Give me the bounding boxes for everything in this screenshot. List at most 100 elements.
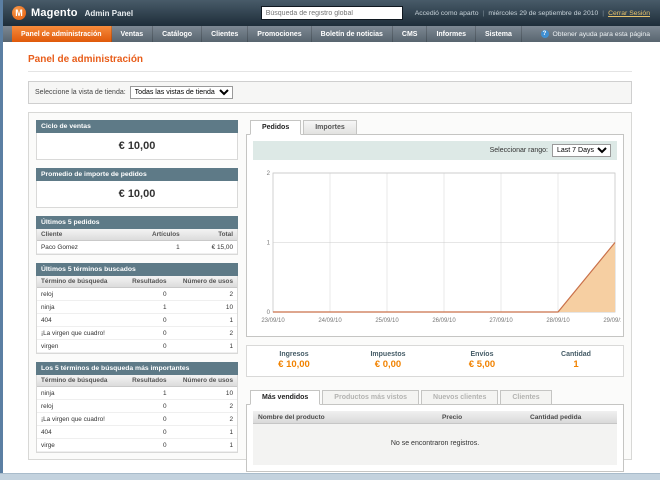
- nav-item-dashboard[interactable]: Panel de administración: [12, 26, 112, 42]
- help-icon: ?: [540, 30, 549, 38]
- orders-tab-panel: Seleccionar rango: Last 7 Days 23/09/10 2…: [246, 134, 627, 337]
- orders-area-chart: 23/09/10 24/09/10 25/09/10 26/09/10 27/09/10…: [261, 171, 627, 324]
- nav-item-reports[interactable]: Informes: [427, 26, 477, 42]
- separator: |: [602, 9, 605, 17]
- nav-item-catalog[interactable]: Catálogo: [153, 26, 203, 42]
- table-row[interactable]: reloj 0 2: [37, 399, 237, 413]
- svg-text:27/09/10: 27/09/10: [489, 318, 513, 324]
- column-header: Nombre del producto: [253, 411, 437, 424]
- column-header: Número de usos: [170, 276, 237, 288]
- svg-text:0: 0: [267, 310, 271, 316]
- stat-label: Cantidad: [561, 351, 591, 358]
- range-label: Seleccionar rango:: [489, 147, 548, 154]
- nav-item-promotions[interactable]: Promociones: [248, 26, 312, 42]
- column-header: Artículos: [118, 229, 184, 241]
- widget-title: Los 5 términos de búsqueda más important…: [36, 362, 238, 375]
- svg-text:26/09/10: 26/09/10: [432, 318, 456, 324]
- column-header: Precio: [437, 411, 525, 424]
- nav-item-system[interactable]: Sistema: [476, 26, 522, 42]
- column-header: Cantidad pedida: [525, 411, 617, 424]
- tab-most-viewed[interactable]: Productos más vistos: [322, 390, 420, 405]
- page-title: Panel de administración: [28, 50, 632, 72]
- dashboard: Ciclo de ventas € 10,00 Promedio de impo…: [28, 112, 632, 472]
- store-view-select[interactable]: Todas las vistas de tienda: [129, 86, 233, 99]
- header: M Magento Admin Panel Accedió como apart…: [0, 0, 660, 26]
- table-row[interactable]: reloj 0 2: [37, 287, 237, 301]
- stat-shipping: Envíos € 5,00: [435, 351, 529, 370]
- column-header: Número de usos: [170, 375, 237, 387]
- nav-item-customers[interactable]: Clientes: [202, 26, 249, 42]
- last-orders-table: Cliente Artículos Total Paco Gomez 1 € 15,00: [37, 229, 237, 254]
- svg-text:23/09/10: 23/09/10: [261, 318, 285, 324]
- help-link[interactable]: ? Obtener ayuda para esta página: [540, 26, 660, 42]
- widget-title: Últimos 5 términos buscados: [36, 263, 238, 276]
- logged-in-as: Accedió como aparto: [414, 9, 479, 17]
- nav-item-newsletter[interactable]: Boletín de noticias: [312, 26, 393, 42]
- table-row[interactable]: 404 0 1: [37, 313, 237, 327]
- bestsellers-panel: Nombre del producto Precio Cantidad pedida…: [246, 404, 624, 472]
- tab-customers[interactable]: Clientes: [500, 390, 552, 405]
- totals-bar: Ingresos € 10,00 Impuestos € 0,00 Envíos…: [246, 345, 624, 377]
- sales-cycle-value: € 10,00: [118, 140, 156, 152]
- last-orders-widget: Últimos 5 pedidos Cliente Artículos Total …: [36, 216, 238, 255]
- global-search-input[interactable]: [260, 6, 403, 20]
- main-nav: Panel de administración Ventas Catálogo …: [0, 26, 660, 42]
- range-select[interactable]: Last 7 Days: [552, 144, 611, 157]
- svg-text:28/09/10: 28/09/10: [546, 318, 570, 324]
- nav-item-sales[interactable]: Ventas: [112, 26, 154, 42]
- last-search-terms-widget: Últimos 5 términos buscados Término de b…: [36, 263, 238, 354]
- svg-text:24/09/10: 24/09/10: [318, 318, 342, 324]
- stat-value: € 10,00: [278, 359, 310, 370]
- stat-value: € 0,00: [374, 359, 402, 370]
- svg-text:25/09/10: 25/09/10: [375, 318, 399, 324]
- stat-label: Ingresos: [279, 351, 309, 358]
- tab-bestsellers[interactable]: Más vendidos: [250, 390, 321, 405]
- range-bar: Seleccionar rango: Last 7 Days: [253, 141, 617, 160]
- empty-row: No se encontraron registros.: [253, 423, 617, 465]
- top-search-terms-widget: Los 5 términos de búsqueda más important…: [36, 362, 238, 453]
- tab-new-customers[interactable]: Nuevos clientes: [421, 390, 499, 405]
- column-header: Término de búsqueda: [37, 375, 123, 387]
- average-order-widget: Promedio de importe de pedidos € 10,00: [36, 168, 238, 208]
- store-view-label: Seleccione la vista de tienda:: [35, 89, 126, 96]
- stat-label: Envíos: [470, 351, 494, 358]
- chart-tabs: Pedidos Importes: [246, 120, 624, 135]
- chart-wrapper: 23/09/10 24/09/10 25/09/10 26/09/10 27/09/10…: [253, 160, 627, 330]
- widget-title: Últimos 5 pedidos: [36, 216, 238, 229]
- store-view-bar: Seleccione la vista de tienda: Todas las…: [28, 81, 632, 104]
- table-row[interactable]: ¡La virgen que cuadro! 0 2: [37, 412, 237, 426]
- svg-text:29/09/10: 29/09/10: [603, 318, 621, 324]
- column-header: Total: [183, 229, 237, 241]
- stat-value: € 5,00: [468, 359, 496, 370]
- logo-suffix: Admin Panel: [84, 8, 134, 18]
- table-row[interactable]: ninja 1 10: [37, 386, 237, 400]
- separator: |: [482, 9, 485, 17]
- last-search-terms-table: Término de búsqueda Resultados Número de u…: [37, 276, 237, 353]
- table-row[interactable]: 404 0 1: [37, 425, 237, 439]
- tab-amounts[interactable]: Importes: [303, 120, 357, 135]
- table-row[interactable]: virge 0 1: [37, 438, 237, 452]
- magento-logo-icon: M: [12, 6, 26, 20]
- magento-logo: M Magento Admin Panel: [12, 6, 133, 20]
- table-row[interactable]: Paco Gomez 1 € 15,00: [37, 240, 237, 254]
- sales-cycle-widget: Ciclo de ventas € 10,00: [36, 120, 238, 160]
- average-order-value: € 10,00: [118, 188, 156, 200]
- logout-link[interactable]: Cerrar Sesión: [608, 10, 650, 17]
- column-header: Resultados: [122, 375, 171, 387]
- widget-title: Ciclo de ventas: [36, 120, 238, 133]
- svg-text:1: 1: [267, 241, 271, 247]
- tab-orders[interactable]: Pedidos: [250, 120, 302, 135]
- svg-text:2: 2: [267, 171, 271, 177]
- dashboard-right-column: Pedidos Importes Seleccionar rango: Last…: [246, 120, 627, 472]
- table-row[interactable]: ninja 1 10: [37, 300, 237, 314]
- table-row[interactable]: ¡La virgen que cuadro! 0 2: [37, 326, 237, 340]
- logo-text: Magento: [31, 7, 78, 19]
- widget-title: Promedio de importe de pedidos: [36, 168, 238, 181]
- table-row[interactable]: virgen 0 1: [37, 339, 237, 353]
- window-frame-left: [0, 0, 3, 480]
- column-header: Cliente: [37, 229, 119, 241]
- stat-revenue: Ingresos € 10,00: [247, 351, 341, 370]
- products-tabs: Más vendidos Productos más vistos Nuevos…: [246, 390, 624, 405]
- stat-value: 1: [573, 359, 579, 370]
- nav-item-cms[interactable]: CMS: [393, 26, 428, 42]
